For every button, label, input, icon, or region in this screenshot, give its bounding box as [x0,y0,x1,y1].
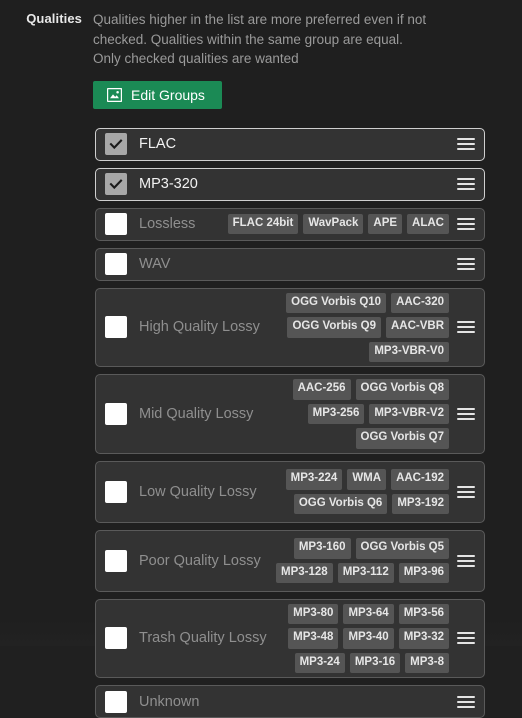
quality-tag: MP3-24 [295,653,345,674]
quality-name: Unknown [139,694,199,710]
image-icon [107,88,122,102]
quality-tag: OGG Vorbis Q8 [356,379,450,400]
quality-row[interactable]: MP3-320 [95,168,485,201]
quality-tag: OGG Vorbis Q7 [356,428,450,449]
quality-tag-list: MP3-80MP3-64 MP3-56 MP3-48MP3-40 MP3-32 MP3-… [267,604,457,674]
drag-handle-icon[interactable] [457,694,475,710]
drag-handle-icon[interactable] [457,484,475,500]
edit-groups-button-wrapper: Edit Groups [93,81,485,109]
drag-handle-icon[interactable] [457,406,475,422]
quality-checkbox[interactable] [105,173,127,195]
drag-handle-icon[interactable] [457,630,475,646]
qualities-list: FLACMP3-320LosslessFLAC 24bitWavPackAPEA… [0,128,522,718]
quality-tag-list: OGG Vorbis Q10AAC-320 OGG Vorbis Q9AAC-VB… [260,293,457,363]
quality-checkbox[interactable] [105,316,127,338]
quality-tag: MP3-16 [350,653,400,674]
quality-tag: OGG Vorbis Q5 [356,538,450,559]
quality-row[interactable]: Poor Quality LossyMP3-160OGG Vorbis Q5MP… [95,530,485,592]
quality-tag: MP3-32 [399,628,449,649]
check-icon [108,136,124,152]
quality-tag: MP3-80 [288,604,338,625]
quality-tag: MP3-64 [343,604,393,625]
quality-checkbox[interactable] [105,213,127,235]
quality-tag-list: MP3-160OGG Vorbis Q5 MP3-128MP3-112MP3-96 [261,538,457,583]
edit-groups-button[interactable]: Edit Groups [93,81,222,109]
quality-tag: MP3-256 [308,404,365,425]
quality-name: Mid Quality Lossy [139,406,253,422]
quality-tag: MP3-48 [288,628,338,649]
quality-tag: AAC-320 [391,293,449,314]
quality-checkbox[interactable] [105,403,127,425]
qualities-content-column: Qualities higher in the list are more pr… [93,10,522,109]
quality-tag: MP3-160 [294,538,351,559]
quality-name: Lossless [139,216,195,232]
quality-checkbox[interactable] [105,691,127,713]
drag-handle-icon[interactable] [457,553,475,569]
quality-tag: AAC-192 [391,469,449,490]
drag-handle-icon[interactable] [457,319,475,335]
drag-handle-icon[interactable] [457,176,475,192]
quality-row[interactable]: Mid Quality Lossy AAC-256OGG Vorbis Q8 MP3… [95,374,485,454]
quality-name: MP3-320 [139,176,198,192]
qualities-label-column: Qualities [0,10,93,28]
drag-handle-icon[interactable] [457,136,475,152]
edit-groups-button-label: Edit Groups [131,88,205,102]
quality-tag-list: AAC-256OGG Vorbis Q8 MP3-256MP3-VBR-V2 OGG… [253,379,457,449]
quality-tag: MP3-56 [399,604,449,625]
quality-row[interactable]: Low Quality LossyMP3-224WMAAAC-192OGG Vo… [95,461,485,523]
quality-row[interactable]: Trash Quality LossyMP3-80MP3-64MP3-56MP3… [95,599,485,679]
quality-name: High Quality Lossy [139,319,260,335]
quality-tag-list: MP3-224WMAAAC-192OGG Vorbis Q6MP3-192 [257,469,457,514]
quality-checkbox[interactable] [105,133,127,155]
quality-checkbox[interactable] [105,481,127,503]
quality-name: WAV [139,256,170,272]
check-icon [108,176,124,192]
quality-row[interactable]: FLAC [95,128,485,161]
quality-tag: WMA [347,469,386,490]
qualities-section: Qualities Qualities higher in the list a… [0,0,522,109]
quality-name: Low Quality Lossy [139,484,257,500]
quality-checkbox[interactable] [105,253,127,275]
quality-row[interactable]: High Quality LossyOGG Vorbis Q10AAC-320O… [95,288,485,368]
quality-tag: OGG Vorbis Q6 [294,494,388,515]
quality-tag: FLAC 24bit [228,214,299,235]
qualities-help-text: Qualities higher in the list are more pr… [93,10,428,69]
quality-tag: AAC-256 [293,379,351,400]
quality-name: Trash Quality Lossy [139,630,267,646]
quality-name: FLAC [139,136,176,152]
quality-tag: MP3-96 [399,563,449,584]
qualities-settings-page: Qualities Qualities higher in the list a… [0,0,522,646]
quality-tag-list: FLAC 24bitWavPackAPEALAC [195,214,457,235]
quality-tag: APE [368,214,402,235]
quality-row[interactable]: Unknown [95,685,485,718]
quality-tag: MP3-112 [338,563,394,584]
quality-row[interactable]: LosslessFLAC 24bitWavPackAPEALAC [95,208,485,241]
drag-handle-icon[interactable] [457,216,475,232]
drag-handle-icon[interactable] [457,256,475,272]
quality-tag: AAC-VBR [386,317,449,338]
quality-name: Poor Quality Lossy [139,553,261,569]
quality-tag: MP3-VBR-V0 [369,342,449,363]
quality-tag: OGG Vorbis Q10 [286,293,386,314]
quality-tag: ALAC [407,214,449,235]
quality-row[interactable]: WAV [95,248,485,281]
quality-tag: MP3-8 [405,653,449,674]
quality-tag: OGG Vorbis Q9 [287,317,381,338]
quality-tag: MP3-192 [392,494,449,515]
quality-tag: MP3-40 [343,628,393,649]
quality-checkbox[interactable] [105,550,127,572]
quality-tag: WavPack [303,214,363,235]
quality-tag: MP3-224 [286,469,343,490]
quality-tag: MP3-128 [276,563,333,584]
quality-tag: MP3-VBR-V2 [369,404,449,425]
section-title: Qualities [26,10,82,27]
